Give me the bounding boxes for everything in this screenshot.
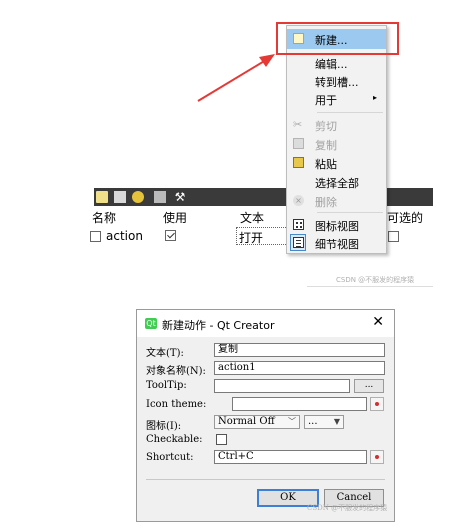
watermark-bottom: CSDN @不服发的程序猿 [307,504,388,512]
dropdown-arrow-icon: ▼ [333,417,340,426]
icon-browse-label: ... [308,416,318,427]
icon-label: 图标(I): [146,421,182,432]
text-label: 文本(T): [146,348,184,359]
new-action-dialog: Qt 新建动作 - Qt Creator ✕ 文本(T): 复制 对象名称(N)… [136,309,395,522]
icon-browse-menu[interactable]: ... ▼ [304,415,344,429]
dialog-titlebar[interactable]: Qt 新建动作 - Qt Creator ✕ [137,310,394,337]
qt-creator-icon: Qt [145,318,157,329]
object-name-label: 对象名称(N): [146,366,206,377]
close-icon[interactable]: ✕ [372,314,384,330]
dialog-title: 新建动作 - Qt Creator [162,319,275,332]
checkable-label: Checkable: [146,434,203,445]
dialog-divider [146,479,385,480]
shortcut-input[interactable]: Ctrl+C [214,450,367,464]
icon-theme-reset-icon[interactable] [370,397,384,411]
tooltip-label: ToolTip: [146,380,187,391]
shortcut-label: Shortcut: [146,452,194,463]
icon-mode-select[interactable]: Normal Off ﹀ [214,415,300,429]
icon-theme-label: Icon theme: [146,399,207,410]
tooltip-browse-button[interactable]: ... [354,379,384,393]
tooltip-input[interactable] [214,379,350,393]
object-name-input[interactable]: action1 [214,361,385,375]
shortcut-reset-icon[interactable] [370,450,384,464]
checkable-checkbox[interactable] [216,434,227,445]
icon-theme-input[interactable] [232,397,367,411]
text-input[interactable]: 复制 [214,343,385,357]
icon-mode-value: Normal Off [218,416,275,427]
chevron-down-icon: ﹀ [288,417,296,426]
